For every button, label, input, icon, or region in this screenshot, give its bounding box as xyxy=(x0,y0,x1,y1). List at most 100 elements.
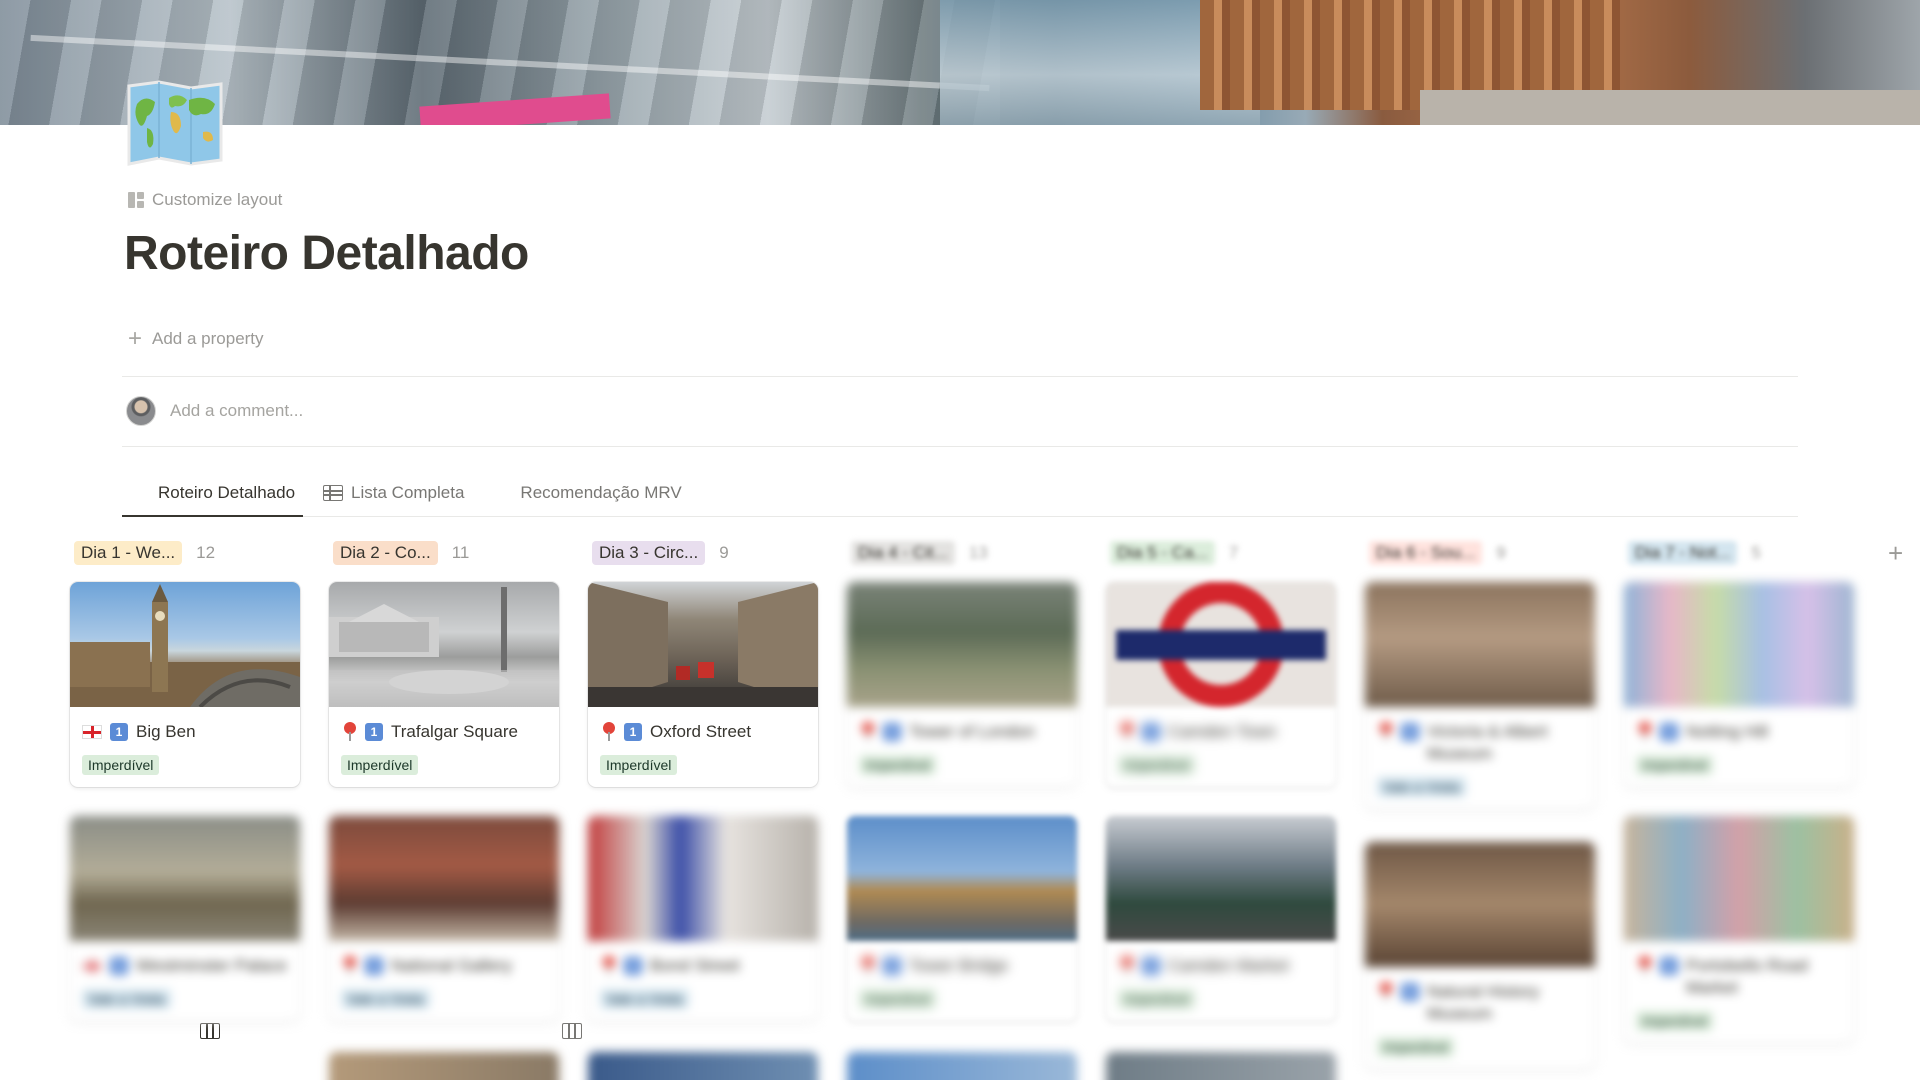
status-badge: Imperdível xyxy=(82,755,160,775)
tab-roteiro-detalhado[interactable]: Roteiro Detalhado xyxy=(122,470,304,1039)
page-title[interactable]: Roteiro Detalhado xyxy=(124,226,529,281)
card-title: National Gallery xyxy=(391,956,512,975)
customize-layout-button[interactable]: Customize layout xyxy=(128,188,282,212)
group-tag[interactable]: Dia 3 - Circ... xyxy=(592,541,706,565)
card-title: Westminster Palace xyxy=(136,956,287,975)
keycap-one-icon: 1 xyxy=(365,957,383,975)
board-column-dia-3: Dia 3 - Circ... 9 1 Oxford Street Imperd… xyxy=(588,538,818,1021)
status-badge: Imperdível xyxy=(859,755,937,775)
card-title: Tower of London xyxy=(909,722,1035,741)
group-tag[interactable]: Dia 5 - Ca... xyxy=(1110,541,1215,565)
england-flag-icon xyxy=(82,959,102,973)
group-tag[interactable]: Dia 4 - Cit... xyxy=(851,541,955,565)
column-header[interactable]: Dia 5 - Ca... 7 xyxy=(1106,538,1336,568)
board-view: Dia 1 - We... 12 1 Big Ben Imperdível 1 … xyxy=(70,538,1860,1080)
board-column-dia-6: Dia 6 - Sou... 9 1 Victoria & Albert Mus… xyxy=(1365,538,1595,1069)
status-badge: Imperdível xyxy=(859,989,937,1009)
group-count: 5 xyxy=(1751,543,1761,562)
board-card[interactable]: 1 Trafalgar Square Imperdível xyxy=(329,582,559,787)
group-tag[interactable]: Dia 1 - We... xyxy=(74,541,183,565)
status-badge: Imperdível xyxy=(1636,1011,1714,1031)
status-badge: Vale a Visita xyxy=(1377,777,1466,797)
status-badge: Imperdível xyxy=(1118,989,1196,1009)
board-card[interactable]: 1 Natural History Museum Imperdível xyxy=(1365,842,1595,1069)
avatar xyxy=(126,396,156,426)
column-header[interactable]: Dia 3 - Circ... 9 xyxy=(588,538,818,568)
column-header[interactable]: Dia 6 - Sou... 9 xyxy=(1365,538,1595,568)
table-icon xyxy=(323,485,344,501)
tab-lista-completa[interactable]: Lista Completa xyxy=(315,470,472,516)
divider xyxy=(122,376,1798,377)
board-card[interactable]: 1 Notting Hill Imperdível xyxy=(1624,582,1854,787)
group-count: 13 xyxy=(968,543,988,562)
card-cover-image xyxy=(1106,582,1336,707)
card-cover-image xyxy=(588,1052,818,1080)
card-cover-image xyxy=(1365,582,1595,707)
comment-input[interactable]: Add a comment... xyxy=(170,401,303,421)
group-tag[interactable]: Dia 2 - Co... xyxy=(333,541,438,565)
board-card[interactable]: 1 Oxford Street Imperdível xyxy=(588,582,818,787)
pin-icon xyxy=(602,955,616,975)
pin-icon xyxy=(1638,955,1652,975)
group-tag[interactable]: Dia 7 - Not... xyxy=(1628,541,1738,565)
pin-icon xyxy=(1120,955,1134,975)
board-column-dia-5: Dia 5 - Ca... 7 1 Camden Town Imperdível xyxy=(1106,538,1336,1021)
keycap-one-icon: 1 xyxy=(365,723,383,741)
board-column-dia-4: Dia 4 - Cit... 13 1 Tower of London Impe… xyxy=(847,538,1077,1021)
pin-icon xyxy=(343,721,357,741)
pin-icon xyxy=(1638,721,1652,741)
board-card[interactable]: 1 Westminster Palace Vale a Visita xyxy=(70,816,300,1021)
pin-icon xyxy=(343,955,357,975)
status-badge: Vale a Visita xyxy=(82,989,171,1009)
status-badge: Imperdível xyxy=(341,755,419,775)
add-group-button[interactable]: + xyxy=(1888,540,1903,566)
pin-icon xyxy=(1120,721,1134,741)
group-count: 12 xyxy=(196,543,216,562)
column-header[interactable]: Dia 1 - We... 12 xyxy=(70,538,300,568)
card-title: Big Ben xyxy=(136,722,196,741)
board-column-dia-1: Dia 1 - We... 12 1 Big Ben Imperdível 1 … xyxy=(70,538,300,1021)
tab-recomendacao-mrv[interactable]: Recomendação MRV xyxy=(484,470,689,1039)
board-card[interactable]: 1 Tower of London Imperdível xyxy=(847,582,1077,787)
comment-row[interactable]: Add a comment... xyxy=(126,396,303,426)
column-header[interactable]: Dia 7 - Not... 5 xyxy=(1624,538,1854,568)
pin-icon xyxy=(602,721,616,741)
board-column-dia-2: Dia 2 - Co... 11 1 Trafalgar Square Impe… xyxy=(329,538,559,1021)
board-card[interactable]: 1 Camden Town Imperdível xyxy=(1106,582,1336,787)
card-cover-image xyxy=(1106,816,1336,941)
cover-street xyxy=(1420,90,1920,125)
board-card[interactable]: 1 Camden Market Imperdível xyxy=(1106,816,1336,1021)
world-map-icon[interactable] xyxy=(125,80,225,166)
card-title: Victoria & Albert Museum xyxy=(1427,722,1548,763)
card-cover-image xyxy=(1624,816,1854,941)
column-header[interactable]: Dia 4 - Cit... 13 xyxy=(847,538,1077,568)
card-title: Oxford Street xyxy=(650,722,752,741)
board-card[interactable]: 1 Tower Bridge Imperdível xyxy=(847,816,1077,1021)
pin-icon xyxy=(861,955,875,975)
keycap-one-icon: 1 xyxy=(1142,957,1160,975)
card-title: Camden Town xyxy=(1168,722,1277,741)
status-badge: Imperdível xyxy=(1118,755,1196,775)
tab-label: Lista Completa xyxy=(351,483,465,502)
board-card[interactable]: 1 Big Ben Imperdível xyxy=(70,582,300,787)
keycap-one-icon: 1 xyxy=(1660,957,1678,975)
add-property-label: Add a property xyxy=(152,329,264,348)
status-badge: Imperdível xyxy=(1377,1037,1455,1057)
board-card[interactable]: 1 Portobello Road Market Imperdível xyxy=(1624,816,1854,1043)
board-card[interactable]: 1 Bond Street Vale a Visita xyxy=(588,816,818,1021)
board-card[interactable]: 1 Victoria & Albert Museum Vale a Visita xyxy=(1365,582,1595,809)
add-property-button[interactable]: + Add a property xyxy=(128,327,264,351)
board-card[interactable]: 1 National Gallery Vale a Visita xyxy=(329,816,559,1021)
status-badge: Imperdível xyxy=(1636,755,1714,775)
status-badge: Vale a Visita xyxy=(341,989,430,1009)
card-cover-image xyxy=(1365,842,1595,967)
column-header[interactable]: Dia 2 - Co... 11 xyxy=(329,538,559,568)
group-count: 9 xyxy=(719,543,729,562)
card-cover-image xyxy=(1624,582,1854,707)
group-tag[interactable]: Dia 6 - Sou... xyxy=(1369,541,1483,565)
group-count: 11 xyxy=(451,543,470,562)
card-cover-image xyxy=(70,816,300,941)
card-cover-image xyxy=(588,816,818,941)
card-cover-image xyxy=(329,816,559,941)
card-cover-image xyxy=(847,582,1077,707)
